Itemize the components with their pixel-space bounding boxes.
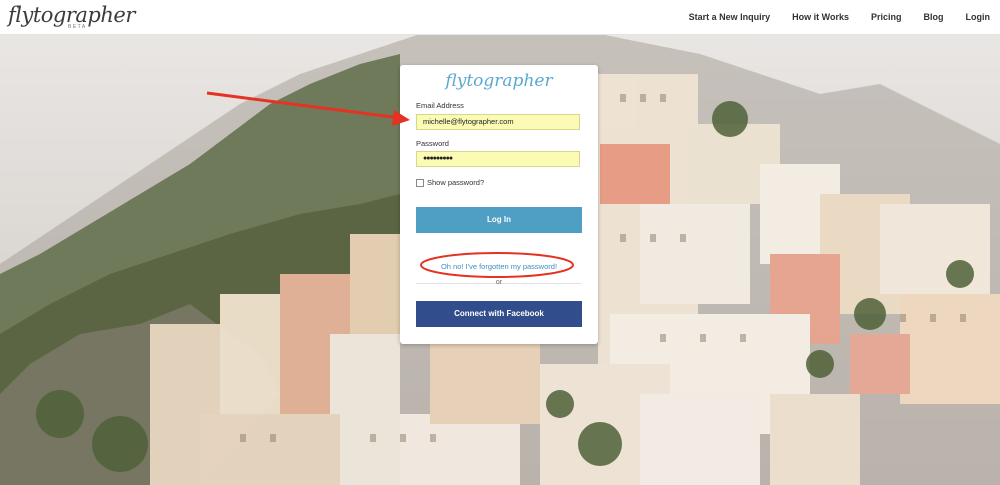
show-password-label: Show password?	[427, 178, 485, 187]
nav-how-it-works[interactable]: How it Works	[792, 12, 849, 22]
main-nav: Start a New Inquiry How it Works Pricing…	[667, 0, 990, 34]
nav-start-inquiry[interactable]: Start a New Inquiry	[689, 12, 771, 22]
email-label: Email Address	[416, 101, 464, 110]
card-logo: flytographer	[445, 71, 553, 91]
or-separator: or	[495, 279, 503, 286]
password-label: Password	[416, 139, 449, 148]
nav-login[interactable]: Login	[966, 12, 991, 22]
show-password-checkbox[interactable]	[416, 178, 424, 187]
login-button[interactable]: Log In	[416, 207, 582, 233]
nav-pricing[interactable]: Pricing	[871, 12, 902, 22]
password-field[interactable]: ●●●●●●●●●	[416, 151, 580, 167]
email-field[interactable]: michelle@flytographer.com	[416, 114, 580, 130]
nav-blog[interactable]: Blog	[924, 12, 944, 22]
show-password-toggle[interactable]: Show password?	[416, 178, 484, 187]
connect-facebook-button[interactable]: Connect with Facebook	[416, 301, 582, 327]
login-card: flytographer Email Address michelle@flyt…	[400, 65, 598, 344]
beta-badge: BETA	[68, 24, 87, 30]
logo-wordmark: flytographer	[8, 3, 135, 27]
site-logo[interactable]: flytographer BETA	[8, 4, 135, 30]
forgot-password-link[interactable]: Oh no! I've forgotten my password!	[416, 262, 582, 271]
top-nav-bar: flytographer BETA Start a New Inquiry Ho…	[0, 0, 1000, 35]
